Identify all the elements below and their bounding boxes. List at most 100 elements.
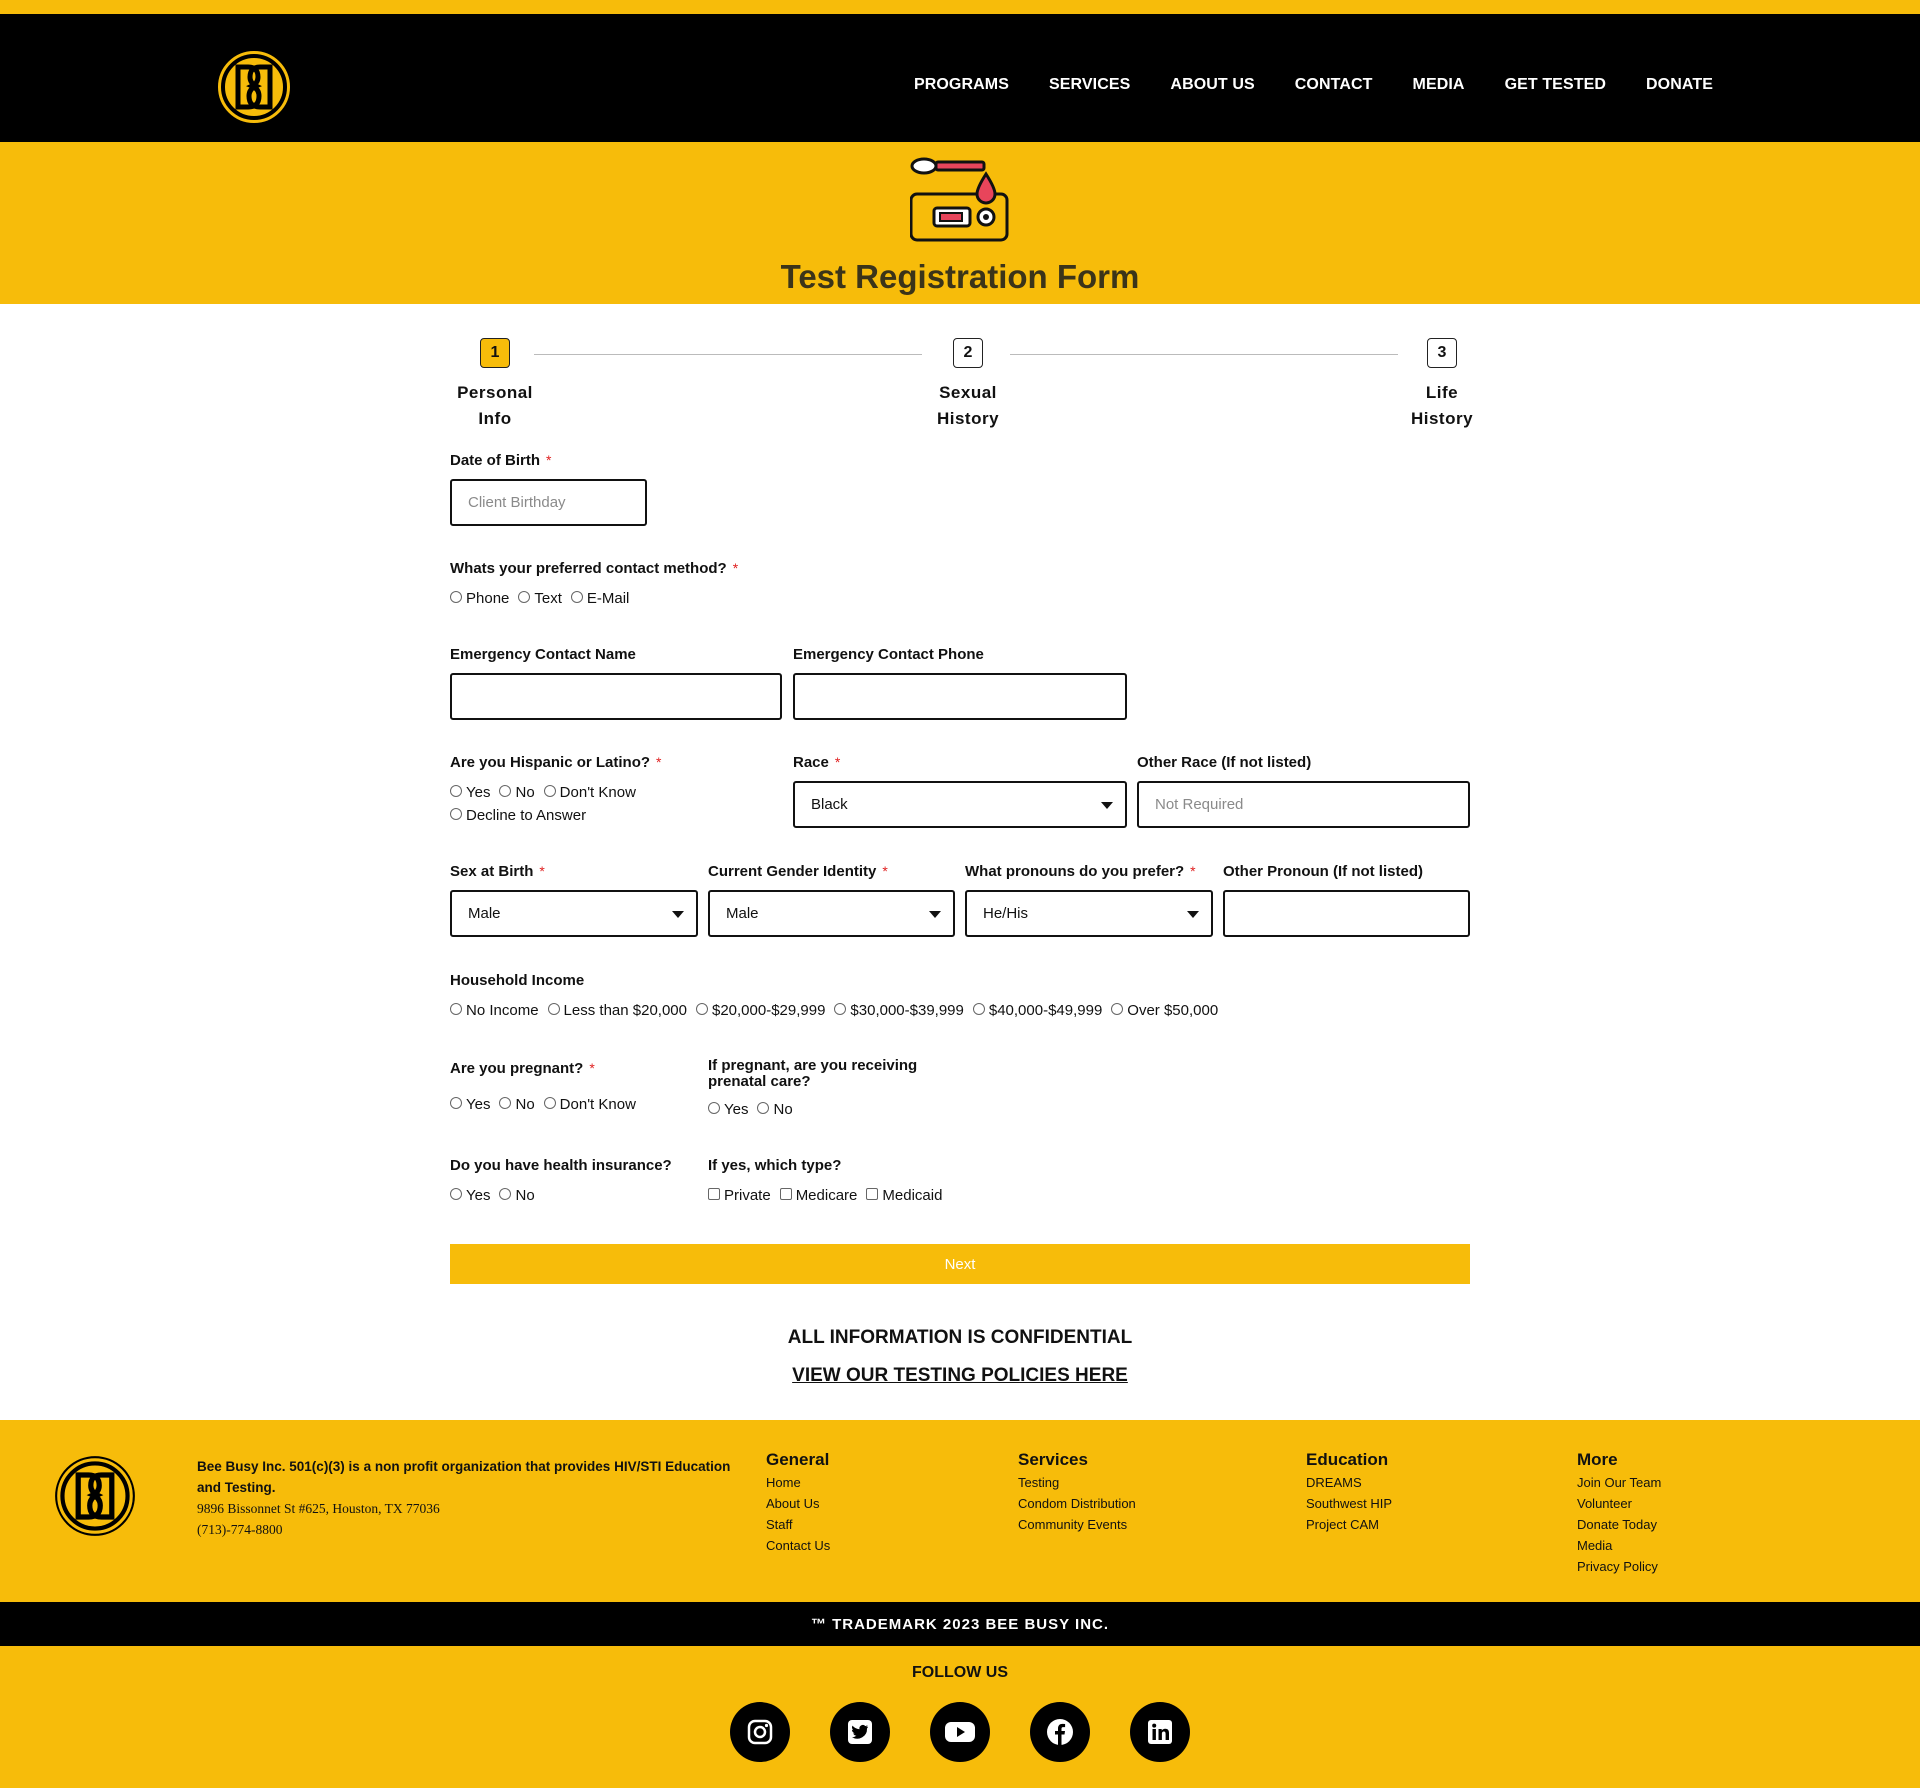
nav-donate[interactable]: DONATE (1646, 76, 1713, 94)
other-race-input[interactable]: Not Required (1137, 781, 1470, 828)
contact-text-radio[interactable]: Text (518, 590, 562, 607)
contact-phone-radio[interactable]: Phone (450, 590, 509, 607)
step-label: Sexual History (936, 383, 1000, 428)
footer-address: 9896 Bissonnet St #625, Houston, TX 7703… (197, 1501, 440, 1516)
hispanic-yes-radio[interactable]: Yes (450, 784, 490, 801)
income-over-50k-radio[interactable]: Over $50,000 (1111, 1002, 1218, 1019)
dob-field: Date of Birth * Client Birthday (450, 452, 650, 526)
income-none-radio[interactable]: No Income (450, 1002, 539, 1019)
step-life-history[interactable]: 3 Life History (1397, 338, 1487, 432)
emergency-name-input[interactable] (450, 673, 782, 720)
footer-link[interactable]: Project CAM (1306, 1514, 1392, 1535)
income-under-20k-radio[interactable]: Less than $20,000 (547, 1002, 687, 1019)
step-sexual-history[interactable]: 2 Sexual History (923, 338, 1013, 432)
sex-birth-select[interactable]: Male (450, 890, 698, 937)
income-20k-30k-radio[interactable]: $20,000-$29,999 (695, 1002, 825, 1019)
footer-link[interactable]: Volunteer (1577, 1493, 1661, 1514)
race-select[interactable]: Black (793, 781, 1127, 828)
nav-programs[interactable]: PROGRAMS (914, 76, 1009, 94)
contact-email-radio[interactable]: E-Mail (570, 590, 629, 607)
nav-contact[interactable]: CONTACT (1295, 76, 1373, 94)
pregnant-label: Are you pregnant? * (450, 1060, 595, 1077)
nav-about-us[interactable]: ABOUT US (1170, 76, 1254, 94)
instagram-icon[interactable] (730, 1702, 790, 1762)
footer-col-heading: General (766, 1450, 830, 1469)
follow-us-title: FOLLOW US (912, 1664, 1008, 1681)
footer-link[interactable]: Southwest HIP (1306, 1493, 1392, 1514)
step-label: Personal Info (457, 383, 533, 428)
hispanic-field: Are you Hispanic or Latino? * Yes No Don'… (450, 754, 680, 824)
twitter-icon[interactable] (830, 1702, 890, 1762)
prenatal-label: If pregnant, are you receiving prenatal … (708, 1057, 918, 1090)
sex-birth-field: Sex at Birth * Male (450, 863, 698, 937)
hero-banner: Test Registration Form (0, 142, 1920, 304)
main-nav: PROGRAMS SERVICES ABOUT US CONTACT MEDIA… (914, 76, 1713, 94)
prenatal-no-radio[interactable]: No (757, 1101, 793, 1118)
income-40k-50k-radio[interactable]: $40,000-$49,999 (972, 1002, 1102, 1019)
footer-link[interactable]: Privacy Policy (1577, 1556, 1661, 1577)
linkedin-icon[interactable] (1130, 1702, 1190, 1762)
insurance-yes-radio[interactable]: Yes (450, 1187, 490, 1204)
logo[interactable] (214, 47, 294, 127)
contact-method-label: Whats your preferred contact method? * (450, 560, 739, 577)
gender-label: Current Gender Identity * (708, 863, 888, 880)
pronouns-select[interactable]: He/His (965, 890, 1213, 937)
pregnant-field: Are you pregnant? * Yes No Don't Know (450, 1060, 700, 1113)
hispanic-decline-radio[interactable]: Decline to Answer (450, 807, 586, 824)
other-pronoun-input[interactable] (1223, 890, 1470, 937)
prenatal-field: If pregnant, are you receiving prenatal … (708, 1058, 938, 1118)
footer-link[interactable]: About Us (766, 1493, 830, 1514)
form-stepper: 1 Personal Info 2 Sexual History 3 Life … (450, 338, 1473, 438)
emergency-phone-field: Emergency Contact Phone (793, 646, 1127, 720)
footer-link[interactable]: Media (1577, 1535, 1661, 1556)
nav-media[interactable]: MEDIA (1413, 76, 1465, 94)
income-30k-40k-radio[interactable]: $30,000-$39,999 (834, 1002, 964, 1019)
youtube-icon[interactable] (930, 1702, 990, 1762)
footer-link[interactable]: Contact Us (766, 1535, 830, 1556)
pronouns-label: What pronouns do you prefer? * (965, 863, 1196, 880)
emergency-name-field: Emergency Contact Name (450, 646, 782, 720)
insurance-medicaid-checkbox[interactable]: Medicaid (866, 1187, 942, 1204)
footer-link[interactable]: Staff (766, 1514, 830, 1535)
hispanic-no-radio[interactable]: No (499, 784, 535, 801)
nav-services[interactable]: SERVICES (1049, 76, 1130, 94)
footer-link[interactable]: Donate Today (1577, 1514, 1661, 1535)
insurance-no-radio[interactable]: No (499, 1187, 535, 1204)
footer-col-services: Services Testing Condom Distribution Com… (1018, 1448, 1136, 1535)
pregnant-dont-know-radio[interactable]: Don't Know (543, 1096, 636, 1113)
facebook-icon[interactable] (1030, 1702, 1090, 1762)
pregnant-yes-radio[interactable]: Yes (450, 1096, 490, 1113)
pregnant-no-radio[interactable]: No (499, 1096, 535, 1113)
step-label: Life History (1410, 383, 1474, 428)
dob-input[interactable]: Client Birthday (450, 479, 647, 526)
insurance-medicare-checkbox[interactable]: Medicare (779, 1187, 857, 1204)
top-accent-strip (0, 0, 1920, 14)
step-personal-info[interactable]: 1 Personal Info (450, 338, 540, 432)
step-number: 3 (1427, 338, 1457, 368)
other-pronoun-field: Other Pronoun (If not listed) (1223, 863, 1470, 937)
contact-method-field: Whats your preferred contact method? * Ph… (450, 560, 850, 607)
gender-field: Current Gender Identity * Male (708, 863, 955, 937)
footer-link[interactable]: Join Our Team (1577, 1472, 1661, 1493)
nav-get-tested[interactable]: GET TESTED (1505, 76, 1606, 94)
footer-link[interactable]: Condom Distribution (1018, 1493, 1136, 1514)
insurance-private-checkbox[interactable]: Private (708, 1187, 771, 1204)
footer-link[interactable]: Community Events (1018, 1514, 1136, 1535)
footer-logo[interactable] (53, 1454, 137, 1538)
footer-link[interactable]: Home (766, 1472, 830, 1493)
gender-select[interactable]: Male (708, 890, 955, 937)
step-connector (1010, 354, 1398, 355)
next-button[interactable]: Next (450, 1244, 1470, 1284)
footer-link[interactable]: Testing (1018, 1472, 1136, 1493)
chevron-down-icon (672, 911, 684, 918)
income-field: Household Income No Income Less than $20… (450, 972, 1470, 1019)
emergency-phone-input[interactable] (793, 673, 1127, 720)
dob-label: Date of Birth * (450, 452, 552, 469)
hispanic-dont-know-radio[interactable]: Don't Know (543, 784, 636, 801)
footer-about: Bee Busy Inc. 501(c)(3) is a non profit … (197, 1456, 737, 1540)
footer-link[interactable]: DREAMS (1306, 1472, 1392, 1493)
hispanic-label: Are you Hispanic or Latino? * (450, 754, 662, 771)
testing-policies-link[interactable]: VIEW OUR TESTING POLICIES HERE (0, 1365, 1920, 1387)
prenatal-yes-radio[interactable]: Yes (708, 1101, 748, 1118)
footer-col-general: General Home About Us Staff Contact Us (766, 1448, 830, 1556)
